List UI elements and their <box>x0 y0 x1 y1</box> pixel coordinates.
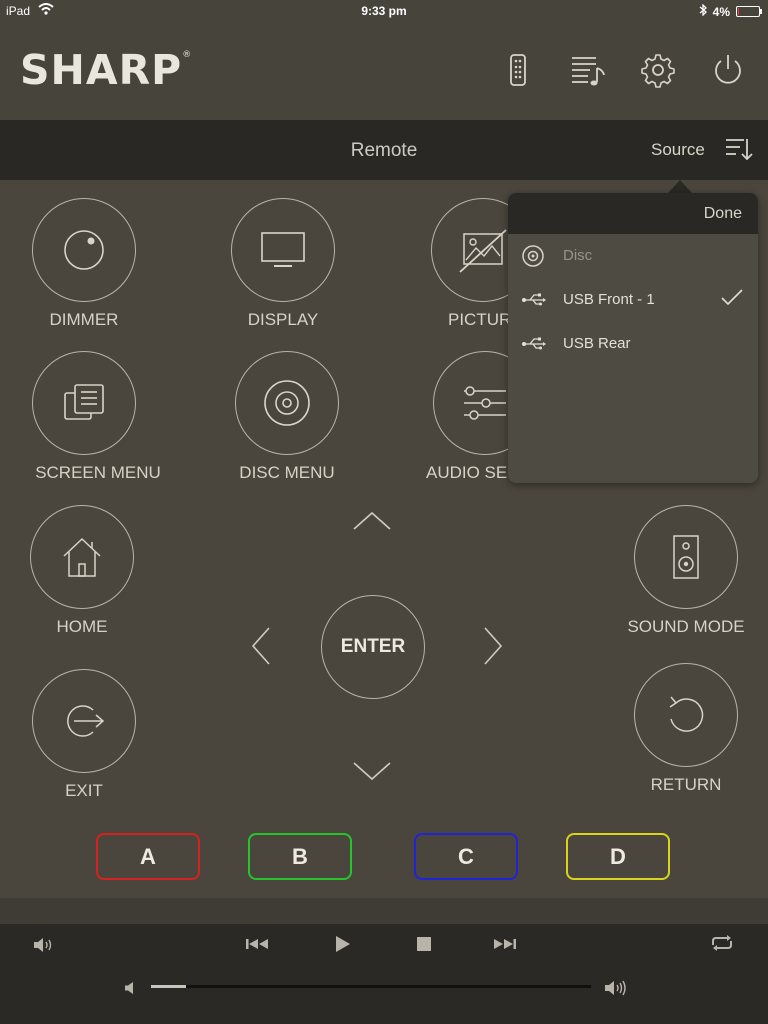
playlist-icon[interactable] <box>570 52 606 88</box>
source-item-usb-rear[interactable]: USB Rear <box>508 322 758 366</box>
return-label: RETURN <box>650 775 722 794</box>
source-item-usb-front[interactable]: USB Front - 1 <box>508 278 758 322</box>
bottom-divider <box>0 898 768 924</box>
c-button[interactable]: C <box>414 833 518 880</box>
b-button[interactable]: B <box>248 833 352 880</box>
down-arrow-button[interactable] <box>352 760 392 787</box>
right-arrow-button[interactable] <box>482 626 504 671</box>
up-arrow-button[interactable] <box>352 510 392 537</box>
display-label: DISPLAY <box>247 310 319 329</box>
picture-label: PICTUR <box>448 310 512 329</box>
sound-mode-button[interactable] <box>634 505 738 609</box>
status-time: 9:33 pm <box>361 4 407 18</box>
volume-down-icon[interactable] <box>124 981 138 1000</box>
previous-icon[interactable] <box>245 937 269 956</box>
exit-button[interactable] <box>32 669 136 773</box>
disc-icon <box>521 244 545 273</box>
sliders-icon <box>464 386 506 420</box>
d-button[interactable]: D <box>566 833 670 880</box>
return-button[interactable] <box>634 663 738 767</box>
status-bar: iPad 9:33 pm 4% <box>0 0 768 22</box>
remote-icon[interactable] <box>500 52 536 88</box>
left-arrow-button[interactable] <box>250 626 272 671</box>
source-button[interactable]: Source <box>651 140 705 160</box>
screen-menu-label: SCREEN MENU <box>35 463 161 482</box>
disc-menu-button[interactable] <box>235 351 339 455</box>
title-bar: Remote Source <box>0 120 768 180</box>
battery-percent: 4% <box>712 4 730 19</box>
enter-label: ENTER <box>340 636 406 657</box>
source-item-disc: Disc <box>508 234 758 278</box>
disc-menu-label: DISC MENU <box>239 463 335 482</box>
settings-gear-icon[interactable] <box>640 52 676 88</box>
c-label: C <box>458 843 474 869</box>
stop-icon[interactable] <box>416 936 432 957</box>
source-item-label: USB Rear <box>563 335 631 352</box>
mute-icon[interactable] <box>32 936 54 959</box>
brand-logo: SHARP® <box>20 46 193 94</box>
display-monitor-icon <box>261 232 305 267</box>
volume-up-icon[interactable] <box>604 980 628 1001</box>
source-item-label: USB Front - 1 <box>563 291 655 308</box>
a-label: A <box>140 843 156 869</box>
next-icon[interactable] <box>493 937 517 956</box>
enter-button[interactable]: ENTER <box>321 595 425 699</box>
sound-mode-label: SOUND MODE <box>627 617 745 636</box>
screen-menu-icon <box>64 384 104 420</box>
home-label: HOME <box>56 617 108 636</box>
repeat-icon[interactable] <box>709 934 735 957</box>
speaker-icon <box>673 535 699 579</box>
source-popover: Done Disc USB Front - 1 USB Rear <box>508 193 758 483</box>
bluetooth-icon <box>699 3 707 19</box>
exit-icon <box>67 705 105 737</box>
usb-icon <box>521 332 547 361</box>
source-item-label: Disc <box>563 247 593 264</box>
battery-icon <box>736 6 762 17</box>
play-icon[interactable] <box>334 934 352 959</box>
display-button[interactable] <box>231 198 335 302</box>
done-button[interactable]: Done <box>704 205 742 223</box>
status-right: 4% <box>699 3 762 19</box>
screen-menu-button[interactable] <box>32 351 136 455</box>
home-house-icon <box>63 537 101 577</box>
dimmer-button[interactable] <box>32 198 136 302</box>
power-icon[interactable] <box>710 52 746 88</box>
checkmark-icon <box>720 288 744 313</box>
home-button[interactable] <box>30 505 134 609</box>
popover-arrow <box>668 180 692 193</box>
b-label: B <box>292 843 308 869</box>
disc-icon <box>264 380 310 426</box>
source-sort-icon[interactable] <box>724 136 754 167</box>
a-button[interactable]: A <box>96 833 200 880</box>
dimmer-label: DIMMER <box>49 310 119 329</box>
popover-header: Done <box>508 193 758 234</box>
transport-bar <box>0 924 768 1024</box>
picture-disabled-slash-icon <box>458 228 508 279</box>
return-icon <box>669 696 704 732</box>
app-header: SHARP® <box>0 22 768 120</box>
volume-slider-fill <box>151 985 186 988</box>
d-label: D <box>610 843 626 869</box>
volume-slider[interactable] <box>151 985 591 988</box>
exit-label: EXIT <box>65 781 103 800</box>
audio-settings-label: AUDIO SE <box>426 463 508 482</box>
usb-icon <box>521 288 547 317</box>
dimmer-knob-icon <box>64 230 104 270</box>
